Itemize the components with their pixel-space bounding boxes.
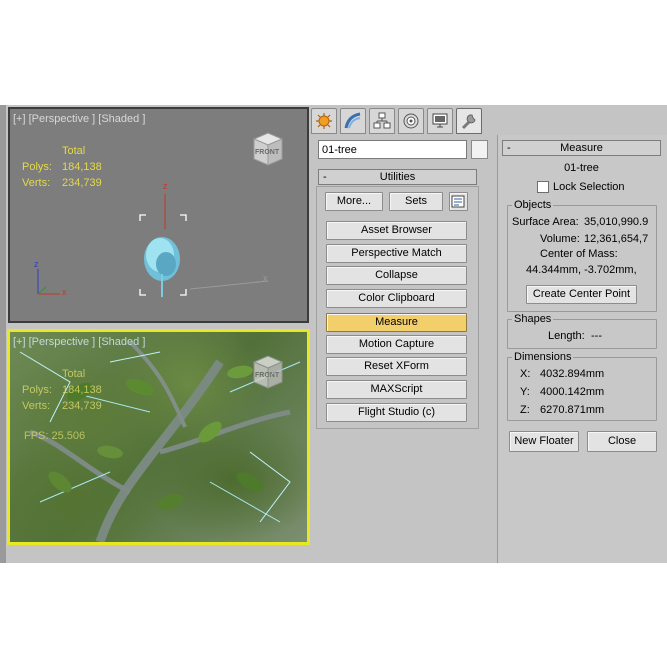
polys-value: 184,138 xyxy=(62,384,102,396)
fps-label: FPS: xyxy=(24,430,49,442)
collapse-icon: - xyxy=(507,142,511,154)
utility-color-clipboard[interactable]: Color Clipboard xyxy=(326,289,467,308)
tab-create[interactable] xyxy=(311,108,337,134)
verts-value: 234,739 xyxy=(62,400,102,412)
axis-z-label: z xyxy=(34,259,39,269)
fps-value: 25.506 xyxy=(51,430,86,442)
tab-modify[interactable] xyxy=(340,108,366,134)
measure-rollout-title: Measure xyxy=(560,142,603,154)
display-icon xyxy=(432,113,448,128)
dim-z-label: Z: xyxy=(520,404,530,416)
viewport-label[interactable]: [+] [Perspective ] [Shaded ] xyxy=(13,336,145,348)
volume-value: 12,361,654,7 xyxy=(584,233,649,245)
more-button[interactable]: More... xyxy=(325,192,383,211)
create-center-point-button[interactable]: Create Center Point xyxy=(526,285,637,304)
axis-z-label-scene: z xyxy=(163,181,168,191)
tab-display[interactable] xyxy=(427,108,453,134)
utility-perspective-match[interactable]: Perspective Match xyxy=(326,244,467,263)
dim-y-value: 4000.142mm xyxy=(540,386,605,398)
utility-collapse[interactable]: Collapse xyxy=(326,266,467,285)
axis-x-label: x xyxy=(62,287,67,297)
lock-selection-label: Lock Selection xyxy=(553,181,625,193)
dim-y-label: Y: xyxy=(520,386,530,398)
center-of-mass-label: Center of Mass: xyxy=(540,248,618,260)
shapes-group-title: Shapes xyxy=(512,313,554,325)
utility-measure[interactable]: Measure xyxy=(326,313,467,332)
sets-button[interactable]: Sets xyxy=(389,192,443,211)
create-icon xyxy=(316,113,332,129)
dimensions-group-title: Dimensions xyxy=(512,351,574,363)
motion-icon xyxy=(403,113,419,129)
volume-label: Volume: xyxy=(540,233,580,245)
dim-z-value: 6270.871mm xyxy=(540,404,605,416)
command-panel-tabs xyxy=(311,108,485,134)
utility-motion-capture[interactable]: Motion Capture xyxy=(326,335,467,354)
dim-x-value: 4032.894mm xyxy=(540,368,605,380)
dim-x-label: X: xyxy=(520,368,531,380)
utilities-icon xyxy=(461,114,476,130)
collapse-icon: - xyxy=(323,171,327,183)
measure-rollout-header[interactable]: - Measure xyxy=(502,140,661,156)
configure-sets-icon xyxy=(451,195,465,208)
lock-selection-checkbox[interactable] xyxy=(537,181,549,193)
axis-x-label-scene: x xyxy=(263,273,268,283)
utilities-rollout-header[interactable]: - Utilities xyxy=(318,169,477,185)
configure-sets-button[interactable] xyxy=(449,192,468,211)
viewport-stats: Total Polys: 184,138 Verts: 234,739 xyxy=(22,366,102,414)
viewport-bottom-active[interactable]: [+] [Perspective ] [Shaded ] Total Polys… xyxy=(7,329,310,545)
viewport-top[interactable]: [+] [Perspective ] [Shaded ] Total Polys… xyxy=(8,107,309,323)
measured-object-name: 01-tree xyxy=(564,162,599,174)
object-name-field[interactable] xyxy=(318,140,467,159)
fps-readout: FPS: 25.506 xyxy=(24,430,85,442)
viewcube-label: FRONT xyxy=(255,372,280,379)
tab-motion[interactable] xyxy=(398,108,424,134)
object-color-swatch[interactable] xyxy=(471,140,488,159)
surface-area-label: Surface Area: xyxy=(512,216,579,228)
new-floater-button[interactable]: New Floater xyxy=(509,431,579,452)
utility-asset-browser[interactable]: Asset Browser xyxy=(326,221,467,240)
utility-reset-xform[interactable]: Reset XForm xyxy=(326,357,467,376)
utility-flight-studio[interactable]: Flight Studio (c) xyxy=(326,403,467,422)
length-value: --- xyxy=(591,330,602,342)
center-of-mass-value: 44.344mm, -3.702mm, xyxy=(526,264,637,276)
close-button[interactable]: Close xyxy=(587,431,657,452)
scene-object-tree[interactable] xyxy=(10,109,307,321)
viewcube[interactable]: FRONT xyxy=(251,354,285,390)
utilities-rollout-title: Utilities xyxy=(379,171,416,183)
max-workspace: [+] [Perspective ] [Shaded ] Total Polys… xyxy=(0,105,667,563)
polys-label: Polys: xyxy=(22,384,52,396)
stats-total-label: Total xyxy=(62,368,86,380)
objects-group-title: Objects xyxy=(512,199,554,211)
tab-hierarchy[interactable] xyxy=(369,108,395,134)
surface-area-value: 35,010,990.9 xyxy=(584,216,649,228)
hierarchy-icon xyxy=(373,112,391,129)
tab-utilities[interactable] xyxy=(456,108,482,134)
modify-icon xyxy=(344,112,361,129)
verts-label: Verts: xyxy=(22,400,51,412)
length-label: Length: xyxy=(548,330,585,342)
left-toolbar-strip xyxy=(0,105,6,563)
utility-maxscript[interactable]: MAXScript xyxy=(326,380,467,399)
